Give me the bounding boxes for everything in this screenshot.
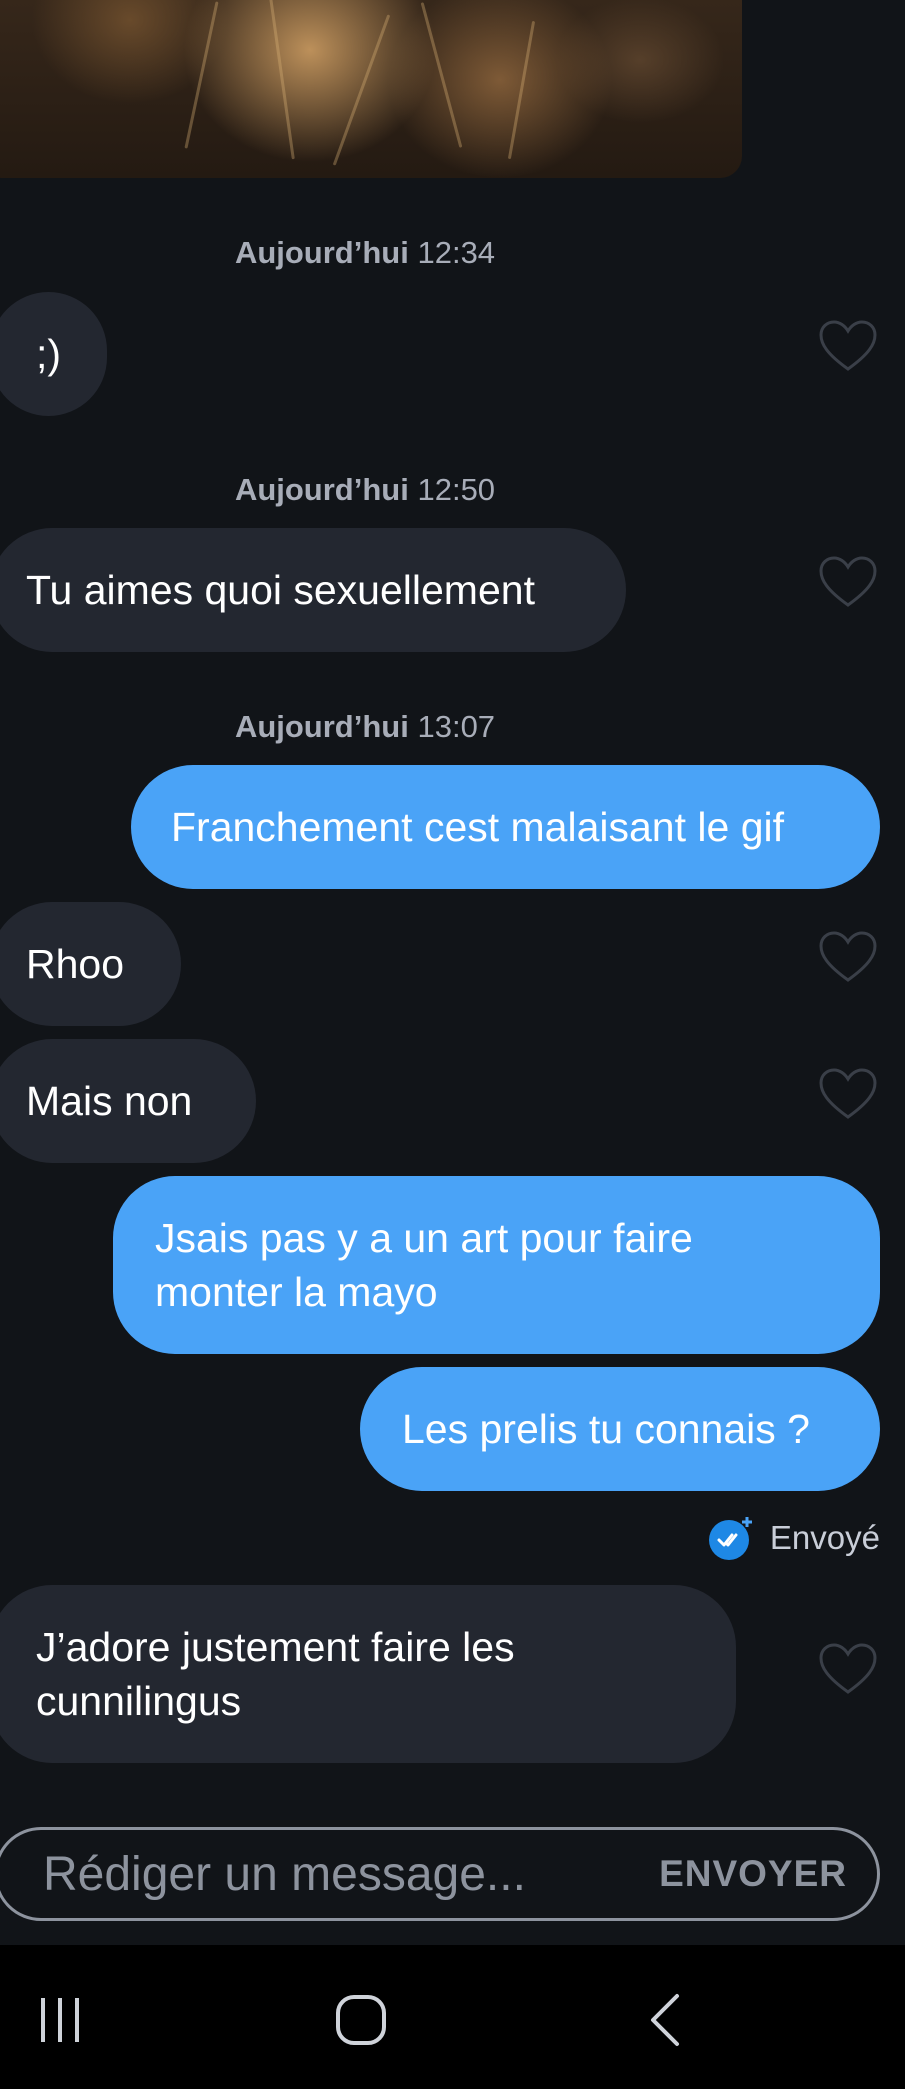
like-heart-icon[interactable] [819, 1643, 877, 1695]
sent-label: Envoyé [769, 1519, 880, 1556]
message-text: ;) [36, 331, 62, 377]
shared-photo[interactable] [0, 0, 742, 178]
like-heart-icon[interactable] [819, 320, 877, 372]
recent-apps-button[interactable] [15, 1985, 105, 2055]
incoming-message[interactable]: Mais non [0, 1039, 256, 1163]
message-text: Les prelis tu connais ? [402, 1406, 810, 1452]
message-text: Tu aimes quoi sexuellement [26, 567, 535, 613]
like-heart-icon[interactable] [819, 556, 877, 608]
back-button[interactable] [620, 1985, 710, 2055]
outgoing-message[interactable]: Les prelis tu connais ? [360, 1367, 880, 1491]
outgoing-message[interactable]: Jsais pas y a un art pour faire monter l… [113, 1176, 880, 1354]
message-text: J’adore justement faire les cunnilingus [36, 1624, 515, 1724]
outgoing-message[interactable]: Franchement cest malaisant le gif [131, 765, 880, 889]
sent-check-icon [708, 1517, 752, 1560]
send-button[interactable]: ENVOYER [659, 1853, 847, 1895]
sent-status: Envoyé [708, 1515, 880, 1561]
incoming-message[interactable]: J’adore justement faire les cunnilingus [0, 1585, 736, 1763]
message-text: Rhoo [26, 941, 125, 987]
message-input[interactable] [43, 1846, 643, 1902]
timestamp: Aujourd’hui 12:50 [234, 472, 496, 507]
home-icon [336, 1995, 386, 2045]
message-text: Franchement cest malaisant le gif [171, 804, 784, 850]
timestamp: Aujourd’hui 12:34 [234, 235, 496, 270]
like-heart-icon[interactable] [819, 1068, 877, 1120]
home-button[interactable] [316, 1985, 406, 2055]
incoming-message[interactable]: ;) [0, 292, 108, 416]
message-composer: ENVOYER [0, 1827, 880, 1921]
back-icon [651, 1994, 679, 2046]
message-text: Jsais pas y a un art pour faire monter l… [155, 1215, 693, 1315]
like-heart-icon[interactable] [819, 931, 877, 983]
incoming-message[interactable]: Tu aimes quoi sexuellement [0, 528, 626, 652]
incoming-message[interactable]: Rhoo [0, 902, 181, 1026]
timestamp: Aujourd’hui 13:07 [234, 709, 496, 744]
recent-apps-icon [41, 1998, 79, 2042]
system-nav-bar [0, 1945, 905, 2089]
message-text: Mais non [26, 1078, 193, 1124]
